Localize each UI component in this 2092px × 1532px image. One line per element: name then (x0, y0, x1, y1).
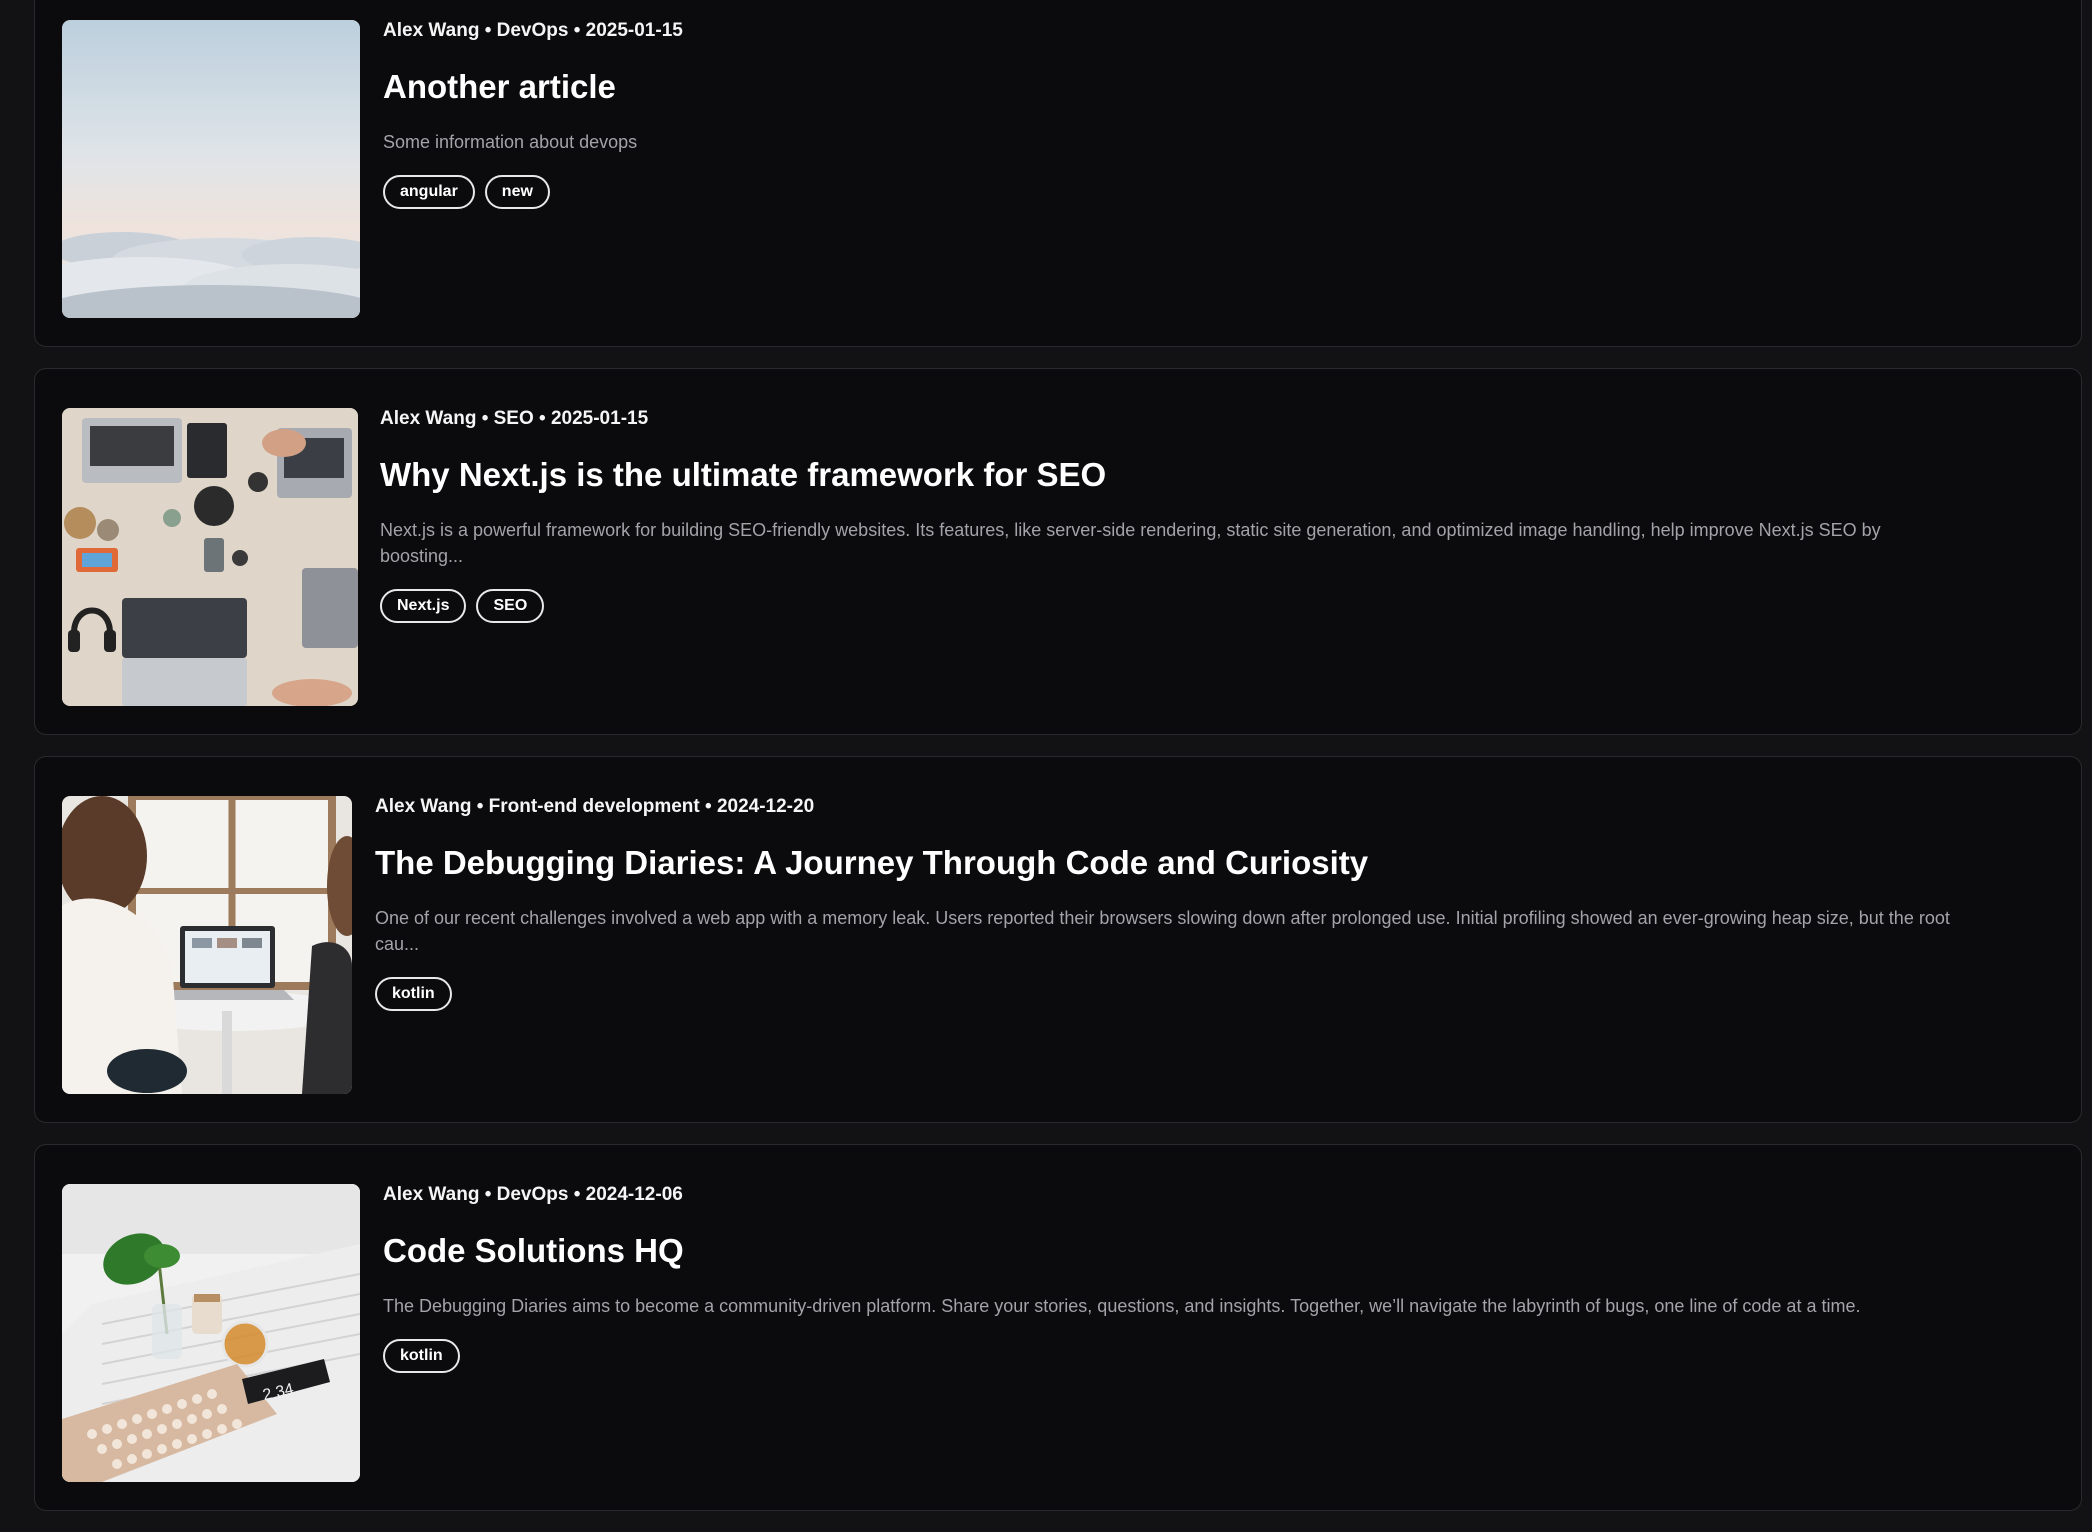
laptops-desk-image[interactable] (62, 408, 358, 706)
article-title[interactable]: The Debugging Diaries: A Journey Through… (375, 843, 2051, 883)
tag-list: Next.js SEO (380, 589, 2051, 623)
tag-chip[interactable]: kotlin (383, 1339, 460, 1373)
article-title[interactable]: Another article (383, 67, 2051, 107)
article-meta: Alex Wang • SEO • 2025-01-15 (380, 408, 649, 429)
article-card[interactable]: Alex Wang • SEO • 2025-01-15 Why Next.js… (34, 368, 2082, 735)
article-title[interactable]: Why Next.js is the ultimate framework fo… (380, 455, 2051, 495)
article-excerpt: One of our recent challenges involved a … (375, 908, 1950, 954)
tag-chip[interactable]: kotlin (375, 977, 452, 1011)
tag-chip[interactable]: Next.js (380, 589, 467, 623)
tag-list: kotlin (375, 977, 2051, 1011)
article-list: Alex Wang • DevOps • 2025-01-15 Another … (34, 0, 2082, 1532)
tag-chip[interactable]: angular (383, 175, 475, 209)
article-excerpt: The Debugging Diaries aims to become a c… (383, 1296, 1861, 1316)
tag-list: angular new (383, 175, 2051, 209)
tag-chip[interactable]: SEO (476, 589, 545, 623)
article-title[interactable]: Code Solutions HQ (383, 1231, 2051, 1271)
article-content: Alex Wang • DevOps • 2024-12-06 Code Sol… (383, 1183, 2051, 1373)
tag-list: kotlin (383, 1339, 2051, 1373)
keyboard-plant-image[interactable]: 2 34 (62, 1184, 360, 1482)
article-meta: Alex Wang • DevOps • 2025-01-15 (383, 20, 683, 41)
article-content: Alex Wang • Front-end development • 2024… (375, 795, 2051, 1011)
article-meta: Alex Wang • DevOps • 2024-12-06 (383, 1184, 683, 1205)
article-content: Alex Wang • DevOps • 2025-01-15 Another … (383, 19, 2051, 209)
article-meta: Alex Wang • Front-end development • 2024… (375, 796, 815, 817)
article-card[interactable]: Alex Wang • Front-end development • 2024… (34, 756, 2082, 1123)
tag-chip[interactable]: new (484, 175, 550, 209)
article-card[interactable]: 2 34 Alex Wang • DevOps • 2024-12-06 Cod… (34, 1144, 2082, 1511)
clouds-sky-image[interactable] (62, 20, 360, 318)
people-laptop-image[interactable] (62, 796, 352, 1094)
article-content: Alex Wang • SEO • 2025-01-15 Why Next.js… (380, 407, 2051, 623)
article-excerpt: Next.js is a powerful framework for buil… (380, 520, 1881, 566)
article-card[interactable]: Alex Wang • DevOps • 2025-01-15 Another … (34, 0, 2082, 347)
article-excerpt: Some information about devops (383, 132, 638, 152)
